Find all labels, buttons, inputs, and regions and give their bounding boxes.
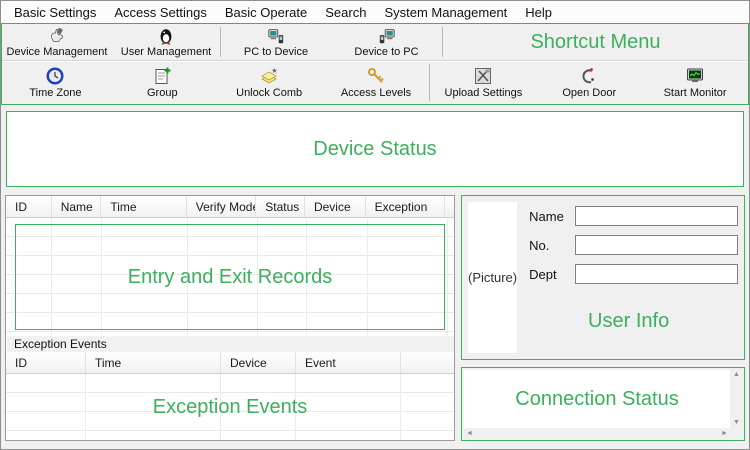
user-info-overlay: User Info (588, 310, 670, 332)
device-management-label: Device Management (6, 45, 108, 58)
shortcut-menu-label: Shortcut Menu (530, 30, 661, 53)
connection-status-label: Connection Status (515, 387, 679, 410)
open-door-button[interactable]: Open Door (536, 61, 642, 104)
access-levels-icon (366, 66, 386, 86)
menu-bar: Basic Settings Access Settings Basic Ope… (1, 1, 749, 23)
open-door-label: Open Door (562, 87, 617, 99)
upload-settings-icon (473, 66, 493, 86)
device-status-label: Device Status (313, 137, 437, 160)
entry-exit-records-label: Entry and Exit Records (127, 265, 333, 288)
exception-table-header: ID Time Device Event (6, 352, 454, 374)
records-col-name[interactable]: Name (52, 196, 102, 217)
user-info-fields: Name No. Dept User Info (517, 202, 740, 353)
menu-basic-operate[interactable]: Basic Operate (216, 3, 316, 22)
toolbar-row-1: Device Management User Management PC to … (2, 24, 748, 61)
scroll-down-icon[interactable]: ▼ (731, 418, 742, 428)
time-zone-label: Time Zone (29, 87, 82, 99)
unlock-comb-icon (259, 66, 279, 86)
exception-col-time[interactable]: Time (86, 352, 221, 373)
connection-horizontal-scrollbar[interactable]: ◄ ► (464, 429, 730, 439)
dept-label: Dept (529, 266, 557, 282)
records-col-time[interactable]: Time (101, 196, 187, 217)
connection-vertical-scrollbar[interactable]: ▲ ▼ (731, 370, 742, 428)
upload-settings-button[interactable]: Upload Settings (430, 61, 536, 104)
open-door-icon (579, 66, 599, 86)
user-management-icon (157, 27, 175, 45)
device-to-pc-label: Device to PC (354, 45, 419, 58)
user-info-box: (Picture) Name No. Dept User Info (461, 195, 745, 360)
records-col-id[interactable]: ID (6, 196, 52, 217)
dept-field-row: Dept (529, 264, 739, 284)
device-to-pc-button[interactable]: Device to PC (331, 24, 442, 60)
device-status-panel: Device Status (6, 111, 744, 187)
exception-col-device[interactable]: Device (221, 352, 296, 373)
upload-settings-label: Upload Settings (444, 87, 523, 99)
menu-basic-settings[interactable]: Basic Settings (5, 3, 105, 22)
exception-events-overlay: Exception Events (6, 374, 454, 440)
menu-system-management[interactable]: System Management (375, 3, 516, 22)
user-picture-placeholder: (Picture) (468, 202, 518, 353)
no-field[interactable] (575, 235, 739, 255)
pc-to-device-button[interactable]: PC to Device (221, 24, 331, 60)
records-col-filler (445, 196, 454, 217)
device-management-button[interactable]: Device Management (2, 24, 112, 60)
records-panel: ID Name Time Verify Mode Status Device E… (5, 195, 455, 441)
unlock-comb-button[interactable]: Unlock Comb (216, 61, 323, 104)
user-management-button[interactable]: User Management (112, 24, 220, 60)
device-management-icon (48, 27, 66, 45)
group-label: Group (147, 87, 178, 99)
exception-col-event[interactable]: Event (296, 352, 401, 373)
scroll-up-icon[interactable]: ▲ (731, 370, 742, 380)
exception-events-label: Exception Events (152, 395, 308, 418)
connection-status-box: Connection Status ▲ ▼ ◄ ► (461, 367, 745, 441)
records-col-device[interactable]: Device (305, 196, 366, 217)
dept-field[interactable] (575, 264, 739, 284)
records-col-status[interactable]: Status (256, 196, 305, 217)
group-button[interactable]: Group (109, 61, 216, 104)
records-col-verify-mode[interactable]: Verify Mode (187, 196, 257, 217)
time-zone-button[interactable]: Time Zone (2, 61, 109, 104)
start-monitor-icon (685, 66, 705, 86)
toolbar: Device Management User Management PC to … (1, 23, 749, 105)
unlock-comb-label: Unlock Comb (236, 87, 303, 99)
scroll-right-icon[interactable]: ► (719, 429, 730, 439)
device-to-pc-icon (378, 27, 396, 45)
pc-to-device-label: PC to Device (243, 45, 309, 58)
bottom-strip (1, 441, 749, 449)
info-panel: (Picture) Name No. Dept User Info Connec… (461, 195, 745, 441)
menu-search[interactable]: Search (316, 3, 375, 22)
exception-col-id[interactable]: ID (6, 352, 86, 373)
app-window: Basic Settings Access Settings Basic Ope… (0, 0, 750, 450)
pc-to-device-icon (267, 27, 285, 45)
name-field-row: Name (529, 206, 739, 226)
records-table-header: ID Name Time Verify Mode Status Device E… (6, 196, 454, 218)
time-zone-icon (45, 66, 65, 86)
menu-access-settings[interactable]: Access Settings (105, 3, 216, 22)
access-levels-label: Access Levels (340, 87, 412, 99)
connection-status-overlay: Connection Status (464, 370, 730, 428)
scroll-left-icon[interactable]: ◄ (464, 429, 475, 439)
main-area: ID Name Time Verify Mode Status Device E… (5, 195, 745, 441)
no-label: No. (529, 237, 550, 253)
exception-col-filler (401, 352, 454, 373)
exception-grid: Exception Events (6, 374, 454, 440)
access-levels-button[interactable]: Access Levels (323, 61, 430, 104)
menu-help[interactable]: Help (516, 3, 561, 22)
name-label: Name (529, 208, 564, 224)
name-field[interactable] (575, 206, 739, 226)
entry-exit-records-overlay: Entry and Exit Records (15, 224, 445, 330)
exception-events-group-label: Exception Events (14, 337, 107, 351)
exception-events-group: Exception Events (6, 336, 454, 352)
no-field-row: No. (529, 235, 739, 255)
user-management-label: User Management (120, 45, 212, 58)
group-icon (152, 66, 172, 86)
records-grid: Entry and Exit Records (6, 218, 454, 336)
records-col-exception[interactable]: Exception (366, 196, 445, 217)
start-monitor-button[interactable]: Start Monitor (642, 61, 748, 104)
start-monitor-label: Start Monitor (663, 87, 727, 99)
toolbar-row-2: Time Zone Group Unlock Comb Access Level… (2, 61, 748, 104)
